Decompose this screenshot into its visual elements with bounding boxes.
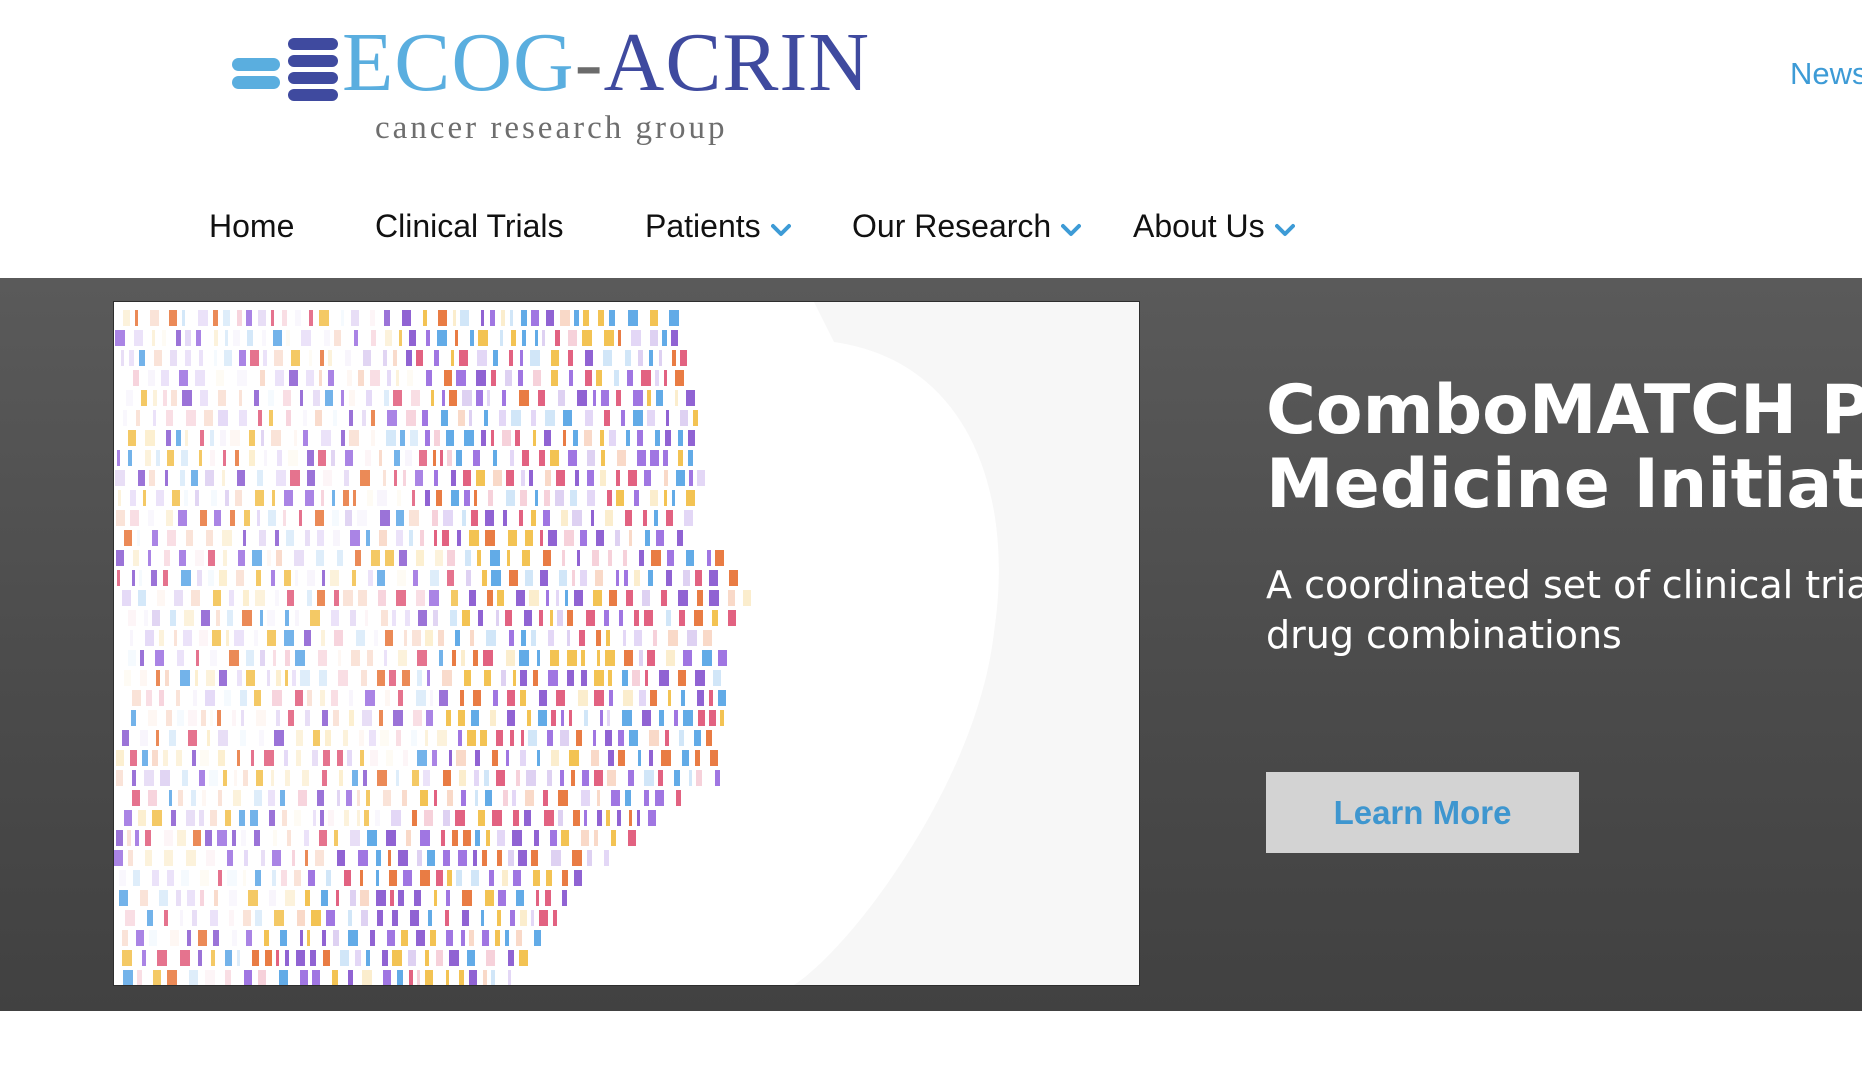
logo-wordmark: ECOG-ACRIN <box>342 18 870 108</box>
nav-item-patients[interactable]: Patients <box>645 196 791 256</box>
nav-item-clinical-trials[interactable]: Clinical Trials <box>375 196 563 256</box>
logo-ecog-text: ECOG <box>342 16 575 109</box>
nav-item-label: Our Research <box>852 207 1052 244</box>
learn-more-button[interactable]: Learn More <box>1266 772 1579 853</box>
chevron-down-icon <box>770 224 791 236</box>
site-header: ECOG-ACRIN cancer research group News Ho… <box>0 0 1862 278</box>
nav-item-about-us[interactable]: About Us <box>1133 196 1295 256</box>
logo-acrin-text: ACRIN <box>603 16 871 109</box>
hero-subtitle: A coordinated set of clinical trial drug… <box>1266 560 1862 660</box>
logo-dash-text: - <box>574 16 604 109</box>
logo-bars-icon <box>232 38 338 101</box>
chevron-down-icon <box>1061 224 1082 236</box>
nav-item-our-research[interactable]: Our Research <box>852 196 1082 256</box>
hero-title: ComboMATCH Pre Medicine Initiative <box>1266 374 1862 522</box>
hero-subtitle-line: A coordinated set of clinical trial <box>1266 563 1862 607</box>
dna-profile-face-icon <box>114 302 1139 985</box>
nav-item-label: Patients <box>645 207 761 244</box>
nav-item-home[interactable]: Home <box>209 196 294 256</box>
hero-image <box>113 301 1140 986</box>
nav-item-label: Home <box>209 207 295 244</box>
news-link[interactable]: News <box>1790 56 1862 92</box>
hero-title-line: Medicine Initiative <box>1266 445 1862 524</box>
nav-item-label: Clinical Trials <box>375 207 564 244</box>
hero-banner: ComboMATCH Pre Medicine Initiative A coo… <box>0 278 1862 1011</box>
main-nav: Home Clinical Trials Patients Our Resear… <box>0 196 1862 256</box>
chevron-down-icon <box>1274 224 1295 236</box>
hero-subtitle-line: drug combinations <box>1266 613 1622 657</box>
hero-title-line: ComboMATCH Pre <box>1266 371 1862 450</box>
site-logo[interactable]: ECOG-ACRIN cancer research group <box>230 18 869 146</box>
nav-item-label: About Us <box>1133 207 1265 244</box>
page: ECOG-ACRIN cancer research group News Ho… <box>0 0 1862 1068</box>
logo-tagline: cancer research group <box>375 110 728 146</box>
